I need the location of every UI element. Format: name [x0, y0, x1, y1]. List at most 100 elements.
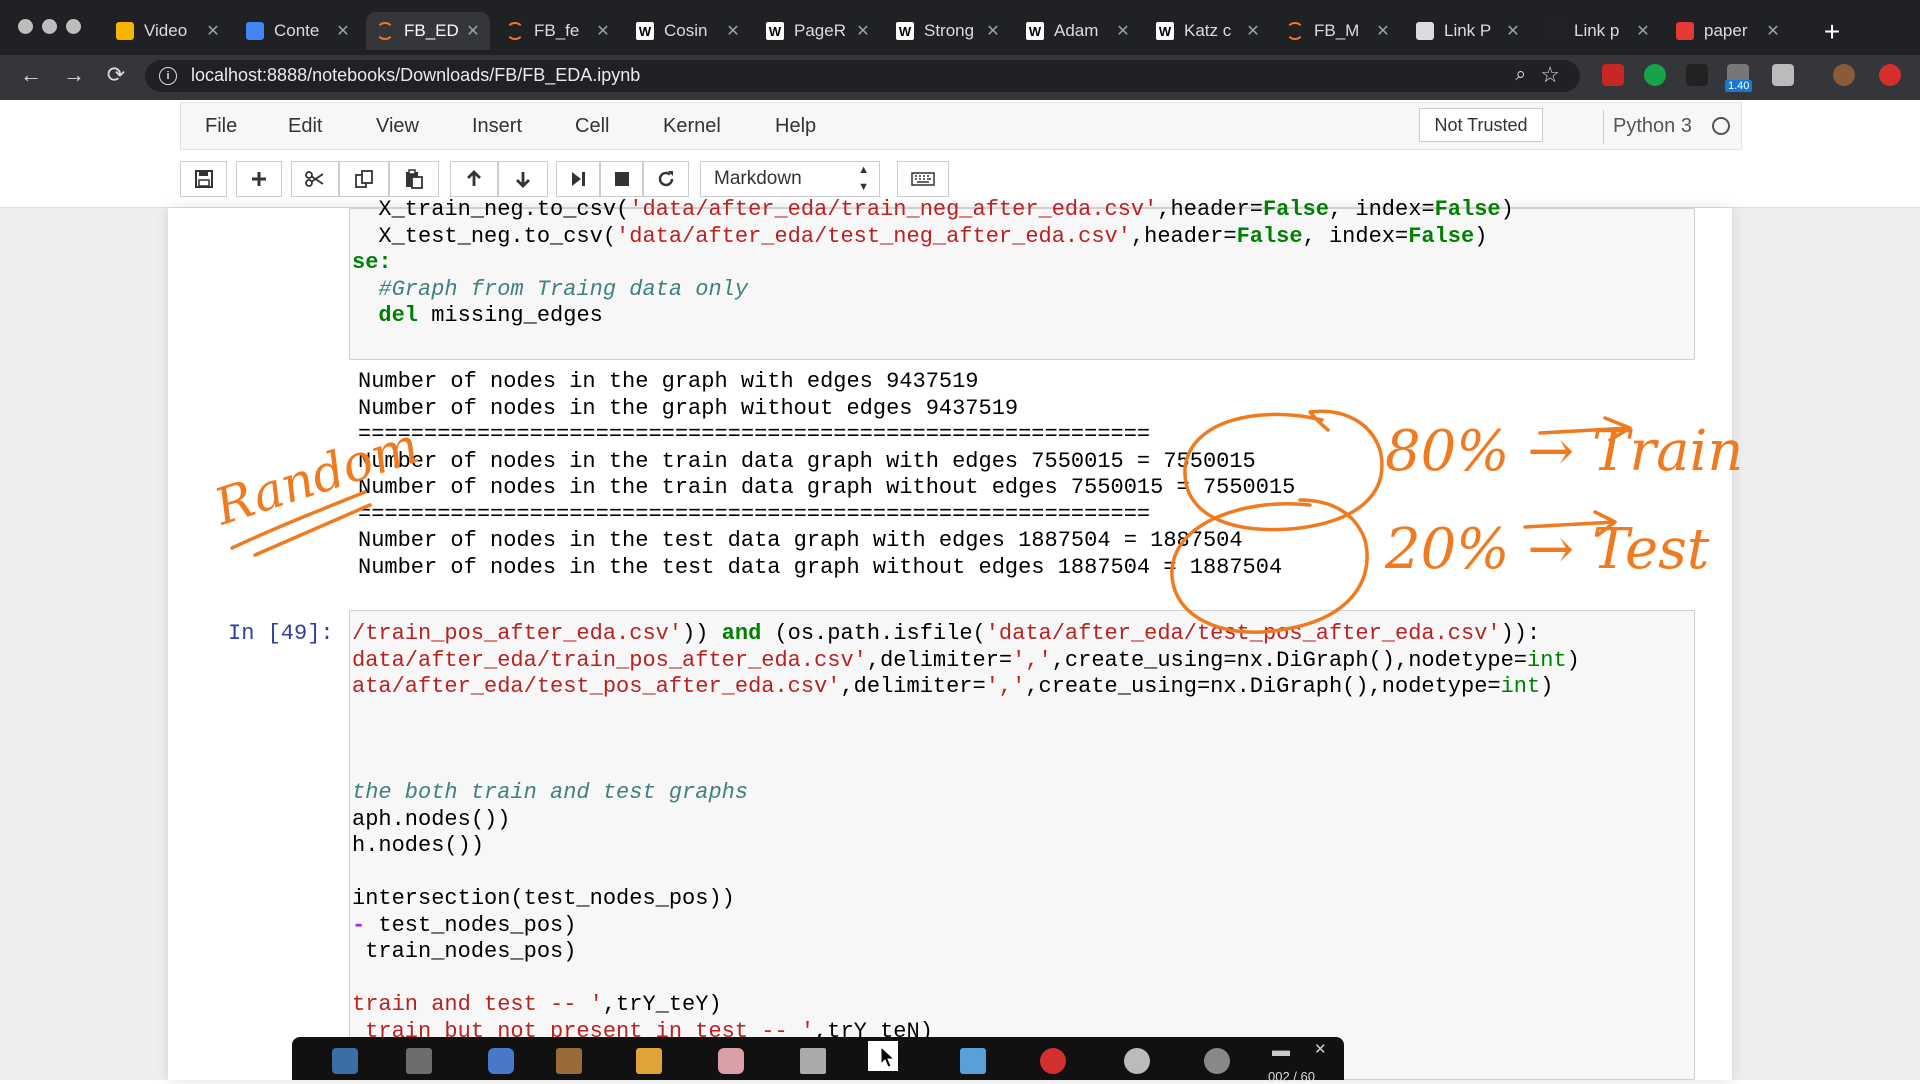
- run-icon[interactable]: [556, 161, 600, 197]
- maximize-window-button[interactable]: [66, 19, 81, 34]
- menu-view[interactable]: View: [376, 115, 419, 138]
- wikipedia-icon: W: [1026, 22, 1044, 40]
- site-info-icon[interactable]: i: [159, 67, 177, 85]
- close-tab-icon[interactable]: ✕: [206, 21, 220, 41]
- close-tab-icon[interactable]: ✕: [726, 21, 740, 41]
- code-token: 'data/after_eda/test_pos_after_eda.csv': [985, 621, 1501, 646]
- tab-title: FB_fe: [534, 21, 580, 40]
- browser-tab[interactable]: Conte ✕: [236, 12, 360, 50]
- extension-icon[interactable]: [1686, 64, 1708, 86]
- cell1-code[interactable]: X_train_neg.to_csv('data/after_eda/train…: [352, 197, 1514, 330]
- pencil-tool-icon[interactable]: [636, 1048, 662, 1074]
- menu-help[interactable]: Help: [775, 115, 816, 138]
- minimize-toolbar-icon[interactable]: ▬: [1272, 1040, 1290, 1061]
- close-tab-icon[interactable]: ✕: [336, 21, 350, 41]
- grammarly-extension-icon[interactable]: [1644, 64, 1666, 86]
- cell-type-select[interactable]: Markdown ▲ ▼: [700, 161, 880, 197]
- browser-tab[interactable]: W Strong ✕: [886, 12, 1010, 50]
- browser-tab[interactable]: W Cosin ✕: [626, 12, 750, 50]
- new-tab-button[interactable]: +: [1817, 18, 1847, 48]
- close-tab-icon[interactable]: ✕: [1636, 21, 1650, 41]
- eraser-tool-icon[interactable]: [718, 1048, 744, 1074]
- close-tab-icon[interactable]: ✕: [1246, 21, 1260, 41]
- close-tab-icon[interactable]: ✕: [986, 21, 1000, 41]
- code-token: the both train and test graphs: [352, 780, 749, 805]
- github-icon: [1546, 22, 1564, 40]
- line-tool-icon[interactable]: [960, 1048, 986, 1074]
- paste-icon[interactable]: [389, 161, 439, 197]
- move-down-icon[interactable]: [498, 161, 548, 197]
- bookmark-star-icon[interactable]: ☆: [1540, 62, 1560, 88]
- back-icon[interactable]: ←: [14, 62, 48, 88]
- code-token: 'data/after_eda/train_neg_after_eda.csv': [629, 197, 1158, 222]
- select-tool-icon[interactable]: [800, 1048, 826, 1074]
- trust-status-button[interactable]: Not Trusted: [1419, 108, 1543, 142]
- menu-edit[interactable]: Edit: [288, 115, 322, 138]
- browser-tab[interactable]: W Adam ✕: [1016, 12, 1140, 50]
- save-tool-icon[interactable]: [406, 1048, 432, 1074]
- menu-cell[interactable]: Cell: [575, 115, 609, 138]
- stop-icon[interactable]: [600, 161, 643, 197]
- menu-file[interactable]: File: [205, 115, 237, 138]
- code-line: se:: [352, 250, 1514, 277]
- code-token: train_nodes_pos): [352, 939, 577, 964]
- keyboard-icon[interactable]: [897, 161, 949, 197]
- close-tab-icon[interactable]: ✕: [1506, 21, 1520, 41]
- browser-tab[interactable]: W PageR ✕: [756, 12, 880, 50]
- browser-tab[interactable]: Link p ✕: [1536, 12, 1660, 50]
- restart-icon[interactable]: [643, 161, 689, 197]
- forward-icon[interactable]: →: [57, 62, 91, 88]
- close-tab-icon[interactable]: ✕: [1766, 21, 1780, 41]
- close-tab-icon[interactable]: ✕: [596, 21, 610, 41]
- code-token: ,trY_teY): [602, 992, 722, 1017]
- reload-icon[interactable]: ⟳: [99, 62, 133, 88]
- browser-tab[interactable]: paper ✕: [1666, 12, 1790, 50]
- code-token: False: [1408, 223, 1475, 249]
- pointer-tool-icon[interactable]: [332, 1048, 358, 1074]
- browser-tab[interactable]: W Katz c ✕: [1146, 12, 1270, 50]
- code-token: ata/after_eda/test_pos_after_eda.csv': [352, 674, 841, 699]
- gmail-extension-icon[interactable]: [1602, 64, 1624, 86]
- profile-avatar[interactable]: [1833, 64, 1855, 86]
- code-token: ,delimiter=: [840, 674, 986, 699]
- close-tab-icon[interactable]: ✕: [1376, 21, 1390, 41]
- close-toolbar-icon[interactable]: ✕: [1314, 1040, 1327, 1058]
- browser-tab[interactable]: Video ✕: [106, 12, 230, 50]
- add-cell-icon[interactable]: [236, 161, 282, 197]
- update-icon[interactable]: [1879, 64, 1901, 86]
- camera-tool-icon[interactable]: [1124, 1048, 1150, 1074]
- code-token: ,header=: [1130, 223, 1237, 249]
- settings-gear-icon[interactable]: [1204, 1048, 1230, 1074]
- code-line: the both train and test graphs: [352, 780, 1580, 807]
- cell1-output: Number of nodes in the graph with edges …: [358, 369, 1295, 581]
- browser-tab[interactable]: Link P ✕: [1406, 12, 1530, 50]
- save-icon[interactable]: [180, 161, 227, 197]
- address-bar[interactable]: i localhost:8888/notebooks/Downloads/FB/…: [145, 60, 1580, 92]
- facebook-extension-icon[interactable]: [1772, 64, 1794, 86]
- code-line: train_nodes_pos): [352, 939, 1580, 966]
- tool-icon[interactable]: [556, 1048, 582, 1074]
- record-tool-icon[interactable]: [1040, 1048, 1066, 1074]
- minimize-window-button[interactable]: [42, 19, 57, 34]
- browser-tab[interactable]: FB_M ✕: [1276, 12, 1400, 50]
- code-token: intersection(test_nodes_pos)): [352, 886, 735, 911]
- close-tab-icon[interactable]: ✕: [1116, 21, 1130, 41]
- kernel-name[interactable]: Python 3: [1613, 115, 1692, 138]
- cut-icon[interactable]: [291, 161, 339, 197]
- browser-tab[interactable]: FB_ED ✕: [366, 12, 490, 50]
- move-up-icon[interactable]: [450, 161, 498, 197]
- browser-tab[interactable]: FB_fe ✕: [496, 12, 620, 50]
- code-token: ): [1474, 223, 1488, 249]
- zoom-icon[interactable]: ⌕: [1515, 64, 1526, 86]
- close-tab-icon[interactable]: ✕: [856, 21, 870, 41]
- close-window-button[interactable]: [18, 19, 33, 34]
- page-counter: 002 / 60: [1268, 1069, 1315, 1084]
- highlighter-tool-icon[interactable]: [488, 1048, 514, 1074]
- url-text[interactable]: localhost:8888/notebooks/Downloads/FB/FB…: [191, 65, 640, 86]
- cell2-code[interactable]: /train_pos_after_eda.csv')) and (os.path…: [352, 621, 1580, 1045]
- copy-icon[interactable]: [339, 161, 389, 197]
- menu-kernel[interactable]: Kernel: [663, 115, 721, 138]
- menu-insert[interactable]: Insert: [472, 115, 522, 138]
- close-tab-icon[interactable]: ✕: [466, 21, 480, 41]
